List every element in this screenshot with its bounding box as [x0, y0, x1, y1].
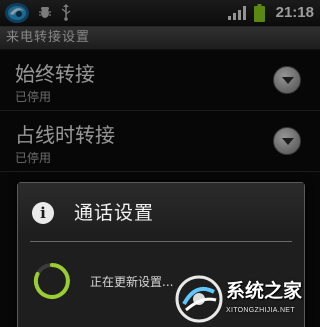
dialog-header: i 通话设置: [18, 183, 304, 239]
watermark: 系统之家 XITONGZHIJIA.NET: [172, 272, 318, 326]
dialog-title: 通话设置: [74, 202, 155, 224]
watermark-text: 系统之家: [226, 280, 303, 302]
screen: 21:18 来电转接设置 始终转接 已停用 占线时转接 已停用 i 通话设置 正…: [0, 0, 320, 327]
info-icon: i: [32, 202, 54, 224]
progress-message: 正在更新设置...: [90, 275, 174, 289]
loading-spinner-icon: [33, 263, 70, 299]
dialog-divider: [30, 241, 292, 242]
watermark-logo-icon: [175, 275, 223, 323]
watermark-url: XITONGZHIJIA.NET: [226, 307, 295, 314]
